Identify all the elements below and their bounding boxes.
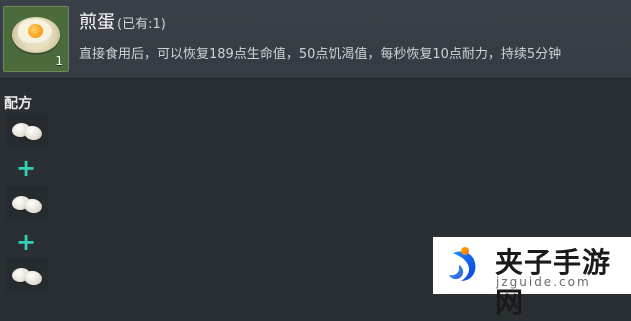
watermark-logo: 夹子手游网 jzguide.com <box>433 237 631 319</box>
egg-icon <box>11 264 44 287</box>
plus-icon: + <box>16 154 37 182</box>
egg-icon <box>11 192 44 215</box>
egg-icon <box>11 119 44 142</box>
item-slot[interactable]: 1 <box>3 6 69 72</box>
item-count: 1 <box>55 54 63 68</box>
item-title: 煎蛋 (已有:1) <box>79 8 166 34</box>
ingredient-slot-1[interactable] <box>6 113 48 147</box>
plus-icon: + <box>16 228 37 256</box>
recipe-label: 配方 <box>4 96 32 112</box>
item-owned: (已有:1) <box>117 17 166 32</box>
ingredient-slot-3[interactable] <box>6 258 48 292</box>
item-name: 煎蛋 <box>79 12 115 33</box>
item-description: 直接食用后，可以恢复189点生命值，50点饥渴值，每秒恢复10点耐力，持续5分钟 <box>79 47 562 62</box>
item-card: 1 煎蛋 (已有:1) 直接食用后，可以恢复189点生命值，50点饥渴值，每秒恢复… <box>0 0 631 79</box>
wave-logo-icon <box>449 247 476 281</box>
watermark-domain: jzguide.com <box>496 275 591 289</box>
ingredient-slot-2[interactable] <box>6 186 48 220</box>
